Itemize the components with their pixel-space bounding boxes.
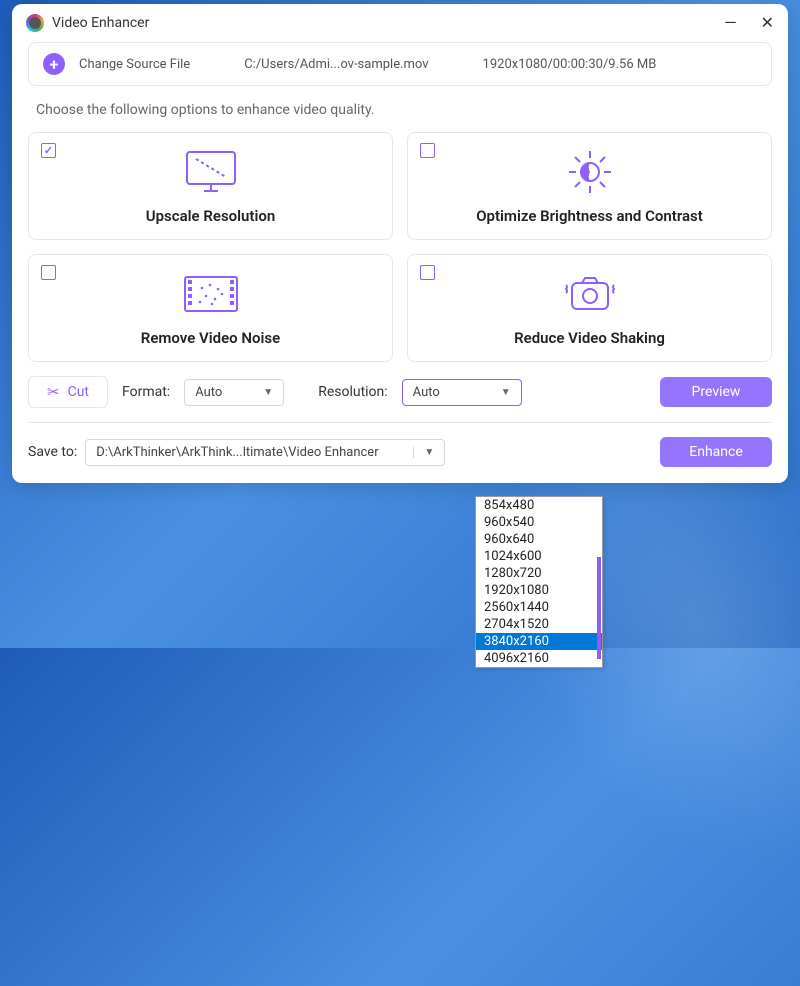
content-area: + Change Source File C:/Users/Admi...ov-… (12, 42, 788, 483)
resolution-value: Auto (413, 385, 440, 400)
format-select[interactable]: Auto ▼ (184, 379, 284, 406)
close-button[interactable]: ✕ (761, 15, 774, 31)
option-upscale[interactable]: Upscale Resolution (28, 132, 393, 240)
checkbox-denoise[interactable] (41, 265, 56, 280)
option-denoise[interactable]: Remove Video Noise (28, 254, 393, 362)
resolution-option[interactable]: 960x540 (476, 514, 602, 531)
camera-shake-icon (560, 269, 620, 319)
minimize-button[interactable]: — (724, 15, 737, 31)
resolution-option[interactable]: 960x640 (476, 531, 602, 548)
app-icon (26, 14, 44, 32)
option-upscale-title: Upscale Resolution (146, 207, 275, 225)
filmstrip-icon (182, 269, 240, 319)
resolution-option[interactable]: 2704x1520 (476, 616, 602, 633)
resolution-option[interactable]: 1920x1080 (476, 582, 602, 599)
app-window: Video Enhancer — ✕ + Change Source File … (12, 4, 788, 483)
resolution-option[interactable]: 1024x600 (476, 548, 602, 565)
checkbox-upscale[interactable] (41, 143, 56, 158)
chevron-down-icon: ▼ (501, 387, 511, 398)
controls-row: ✂ Cut Format: Auto ▼ Resolution: Auto ▼ … (28, 376, 772, 408)
source-path: C:/Users/Admi...ov-sample.mov (244, 57, 428, 72)
instruction-text: Choose the following options to enhance … (36, 102, 772, 118)
cut-button[interactable]: ✂ Cut (28, 376, 108, 408)
option-brightness-title: Optimize Brightness and Contrast (476, 207, 703, 225)
cut-label: Cut (68, 384, 89, 400)
options-grid: Upscale Resolution Optimize Brightness a… (28, 132, 772, 362)
checkbox-brightness[interactable] (420, 143, 435, 158)
resolution-option[interactable]: 3840x2160 (476, 633, 602, 650)
checkbox-stabilize[interactable] (420, 265, 435, 280)
window-controls: — ✕ (724, 15, 774, 31)
chevron-down-icon: ▼ (413, 447, 434, 458)
save-to-label: Save to: (28, 444, 77, 460)
change-source-button[interactable]: Change Source File (79, 57, 190, 72)
save-path-value: D:\ArkThinker\ArkThink...ltimate\Video E… (96, 445, 378, 460)
source-meta: 1920x1080/00:00:30/9.56 MB (483, 57, 657, 72)
option-denoise-title: Remove Video Noise (141, 329, 280, 347)
resolution-option[interactable]: 1280x720 (476, 565, 602, 582)
option-stabilize[interactable]: Reduce Video Shaking (407, 254, 772, 362)
monitor-icon (184, 147, 238, 197)
scissors-icon: ✂ (47, 383, 60, 401)
resolution-option[interactable]: 2560x1440 (476, 599, 602, 616)
titlebar: Video Enhancer — ✕ (12, 4, 788, 42)
chevron-down-icon: ▼ (263, 387, 273, 398)
divider (28, 422, 772, 423)
save-row: Save to: D:\ArkThinker\ArkThink...ltimat… (28, 437, 772, 467)
option-stabilize-title: Reduce Video Shaking (514, 329, 665, 347)
resolution-label: Resolution: (318, 384, 387, 400)
preview-button[interactable]: Preview (660, 377, 772, 407)
enhance-button[interactable]: Enhance (660, 437, 772, 467)
source-file-row: + Change Source File C:/Users/Admi...ov-… (28, 42, 772, 86)
add-icon[interactable]: + (43, 53, 65, 75)
resolution-option[interactable]: 854x480 (476, 497, 602, 514)
format-value: Auto (195, 385, 222, 400)
sun-icon (565, 147, 615, 197)
window-title: Video Enhancer (52, 15, 149, 31)
format-label: Format: (122, 384, 170, 400)
resolution-select[interactable]: Auto ▼ (402, 379, 522, 406)
option-brightness[interactable]: Optimize Brightness and Contrast (407, 132, 772, 240)
resolution-option[interactable]: 4096x2160 (476, 650, 602, 667)
save-path-select[interactable]: D:\ArkThinker\ArkThink...ltimate\Video E… (85, 439, 445, 466)
resolution-dropdown-list: 854x480960x540960x6401024x6001280x720192… (475, 496, 603, 668)
